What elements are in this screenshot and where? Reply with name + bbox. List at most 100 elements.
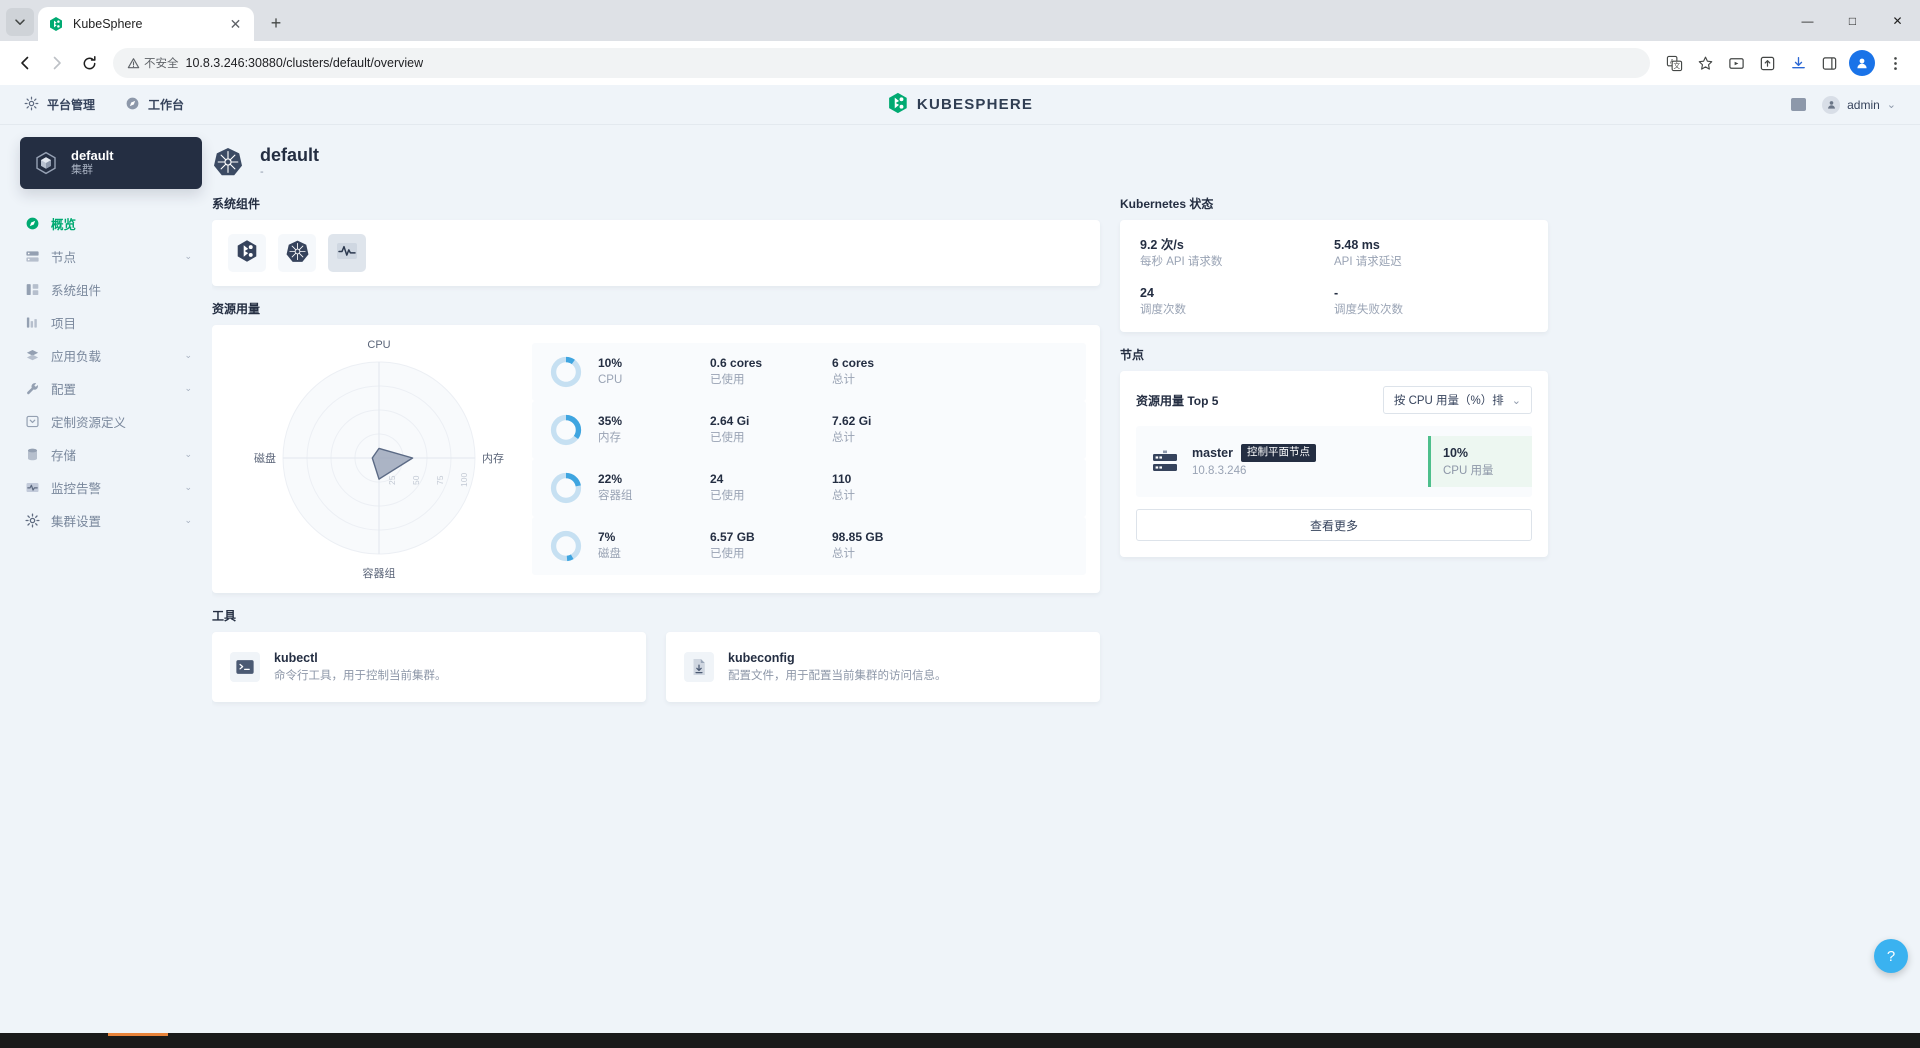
layers-icon xyxy=(24,348,40,364)
resource-used: 0.6 cores xyxy=(710,356,763,371)
main-content: default - 系统组件 资源用量 25 50 75 100 CPU 内存 … xyxy=(212,125,1920,1033)
reload-button[interactable] xyxy=(74,48,104,78)
header-nav: 平台管理 工作台 xyxy=(24,96,184,114)
header-nav-platform-label: 平台管理 xyxy=(47,98,96,112)
view-more-button[interactable]: 查看更多 xyxy=(1136,509,1532,542)
translate-icon[interactable]: A文 xyxy=(1659,48,1689,78)
node-name-line: master 控制平面节点 xyxy=(1192,444,1428,463)
cluster-selector[interactable]: default 集群 xyxy=(20,137,202,189)
profile-avatar[interactable] xyxy=(1849,50,1875,76)
resource-total: 7.62 Gi xyxy=(832,414,872,429)
right-column: Kubernetes 状态 9.2 次/s 每秒 API 请求数 5.48 ms… xyxy=(1120,193,1548,702)
resource-row-disk: 7% 磁盘 6.57 GB 已使用 98.85 GB 总计 xyxy=(532,516,1086,575)
sidebar-nav: 概览 节点 ⌄ 系统组件 项目 应用负载 ⌄ 配置 ⌄ 定制资源定义 存储 ⌄ … xyxy=(0,207,212,537)
components-icon xyxy=(24,282,40,298)
k8s-status-value: - xyxy=(1334,285,1339,300)
node-sort-select[interactable]: 按 CPU 用量（%）排 ⌄ xyxy=(1382,386,1532,415)
user-menu[interactable]: admin ⌄ xyxy=(1822,95,1896,114)
donut-chart-disk xyxy=(550,530,582,562)
sidebar-item-overview[interactable]: 概览 xyxy=(0,207,212,240)
browser-tabstrip: KubeSphere ✕ + — □ ✕ xyxy=(0,0,1920,41)
window-close-button[interactable]: ✕ xyxy=(1875,5,1920,37)
tool-description: 配置文件，用于配置当前集群的访问信息。 xyxy=(728,669,947,682)
node-list-item[interactable]: master 控制平面节点 10.8.3.246 10% CPU 用量 xyxy=(1136,426,1532,498)
sidebar-item-label: 系统组件 xyxy=(51,284,102,298)
resource-percent: 10% xyxy=(598,356,623,371)
resource-used-label: 已使用 xyxy=(710,374,745,387)
browser-tab[interactable]: KubeSphere ✕ xyxy=(38,7,254,41)
sidepanel-icon[interactable] xyxy=(1814,48,1844,78)
k8s-status-value: 24 xyxy=(1140,285,1154,300)
cluster-name: default xyxy=(71,148,114,163)
terminal-icon xyxy=(230,651,260,682)
download-icon[interactable] xyxy=(1783,48,1813,78)
browser-menu-icon[interactable] xyxy=(1880,48,1910,78)
resource-section-title: 资源用量 xyxy=(212,301,261,316)
k8s-status-item: 24 调度次数 xyxy=(1140,284,1334,319)
node-sort-label: 按 CPU 用量（%）排 xyxy=(1393,395,1504,408)
node-metric: 10% CPU 用量 xyxy=(1428,436,1532,488)
chevron-down-icon: ⌄ xyxy=(184,350,192,360)
donut-chart-memory xyxy=(550,414,582,446)
page-title: default xyxy=(260,145,320,165)
component-tile-kubesphere[interactable] xyxy=(228,233,266,272)
tool-card-kubeconfig[interactable]: kubeconfig 配置文件，用于配置当前集群的访问信息。 xyxy=(666,631,1100,702)
sidebar-item-components[interactable]: 系统组件 xyxy=(0,273,212,306)
page-header: default - xyxy=(212,125,1898,193)
k8s-status-value: 9.2 次/s xyxy=(1140,237,1184,252)
sidebar-item-nodes[interactable]: 节点 ⌄ xyxy=(0,240,212,273)
window-minimize-button[interactable]: — xyxy=(1785,5,1830,37)
resource-total: 98.85 GB xyxy=(832,530,884,545)
sidebar-item-projects[interactable]: 项目 xyxy=(0,306,212,339)
resource-usage-card: 25 50 75 100 CPU 内存 容器组 磁盘 10% CPU 0.6 c… xyxy=(212,324,1100,593)
user-name: admin xyxy=(1847,97,1880,112)
component-tile-kubernetes[interactable] xyxy=(278,233,316,272)
window-controls: — □ ✕ xyxy=(1785,5,1920,37)
wrench-icon xyxy=(24,381,40,397)
resource-total-label: 总计 xyxy=(832,374,855,387)
sidebar-item-label: 监控告警 xyxy=(51,482,102,496)
node-metric-value: 10% xyxy=(1443,446,1469,461)
gear-icon xyxy=(24,96,39,114)
bookmark-star-icon[interactable] xyxy=(1690,48,1720,78)
security-warning[interactable]: 不安全 xyxy=(127,55,179,71)
tool-name: kubeconfig xyxy=(728,650,795,665)
download-file-icon xyxy=(684,651,714,682)
sidebar-item-config[interactable]: 配置 ⌄ xyxy=(0,372,212,405)
sidebar-item-monitoring[interactable]: 监控告警 ⌄ xyxy=(0,471,212,504)
kubesphere-favicon-icon xyxy=(48,16,64,32)
sidebar-item-storage[interactable]: 存储 ⌄ xyxy=(0,438,212,471)
sidebar-item-cluster-settings[interactable]: 集群设置 ⌄ xyxy=(0,504,212,537)
window-maximize-button[interactable]: □ xyxy=(1830,5,1875,37)
header-nav-platform[interactable]: 平台管理 xyxy=(24,96,95,114)
media-icon[interactable] xyxy=(1721,48,1751,78)
tool-name: kubectl xyxy=(274,650,318,665)
tool-card-kubectl[interactable]: kubectl 命令行工具，用于控制当前集群。 xyxy=(212,631,646,702)
help-fab-button[interactable]: ? xyxy=(1874,939,1908,973)
new-tab-button[interactable]: + xyxy=(262,9,290,37)
tab-close-icon[interactable]: ✕ xyxy=(227,16,244,33)
os-taskbar xyxy=(0,1033,1920,1048)
tab-search-chevron-icon[interactable] xyxy=(6,8,34,36)
k8s-status-label: 调度次数 xyxy=(1140,303,1186,316)
back-button[interactable] xyxy=(10,48,40,78)
header-panel-toggle-icon[interactable] xyxy=(1791,98,1807,111)
sidebar-item-workloads[interactable]: 应用负载 ⌄ xyxy=(0,339,212,372)
sidebar-item-label: 应用负载 xyxy=(51,350,102,364)
header-nav-workbench[interactable]: 工作台 xyxy=(125,96,184,114)
sidebar-item-label: 项目 xyxy=(51,317,77,331)
address-bar[interactable]: 不安全 10.8.3.246:30880/clusters/default/ov… xyxy=(113,48,1650,78)
svg-text:75: 75 xyxy=(435,475,445,485)
tool-description: 命令行工具，用于控制当前集群。 xyxy=(274,669,447,682)
component-tile-monitoring[interactable] xyxy=(328,233,366,272)
svg-text:容器组: 容器组 xyxy=(363,566,396,580)
svg-text:25: 25 xyxy=(387,475,397,485)
forward-button[interactable] xyxy=(42,48,72,78)
nodes-card: 资源用量 Top 5 按 CPU 用量（%）排 ⌄ master 控制平面节点 … xyxy=(1120,371,1548,558)
resource-used-label: 已使用 xyxy=(710,490,745,503)
k8s-status-item: 5.48 ms API 请求延迟 xyxy=(1334,236,1528,271)
node-info: master 控制平面节点 10.8.3.246 xyxy=(1192,444,1428,480)
share-icon[interactable] xyxy=(1752,48,1782,78)
sidebar-item-crd[interactable]: 定制资源定义 xyxy=(0,405,212,438)
left-column: 系统组件 资源用量 25 50 75 100 CPU 内存 容器组 磁盘 10%… xyxy=(212,193,1100,702)
